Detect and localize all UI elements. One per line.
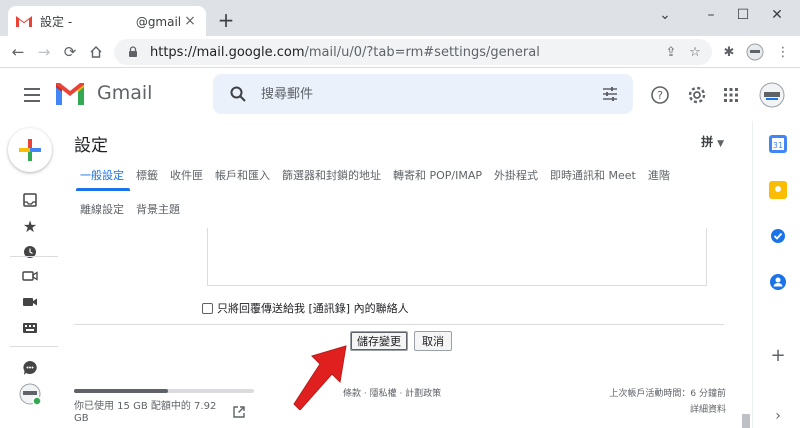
tab-labels[interactable]: 標籤 <box>136 167 158 187</box>
last-activity-text: 上次帳戶活動時間：6 分鐘前 <box>609 389 726 399</box>
tab-themes[interactable]: 背景主題 <box>136 201 180 217</box>
browser-tab[interactable]: 設定 - @gmail.co × <box>8 6 206 36</box>
bookmark-star-icon[interactable]: ☆ <box>684 41 706 63</box>
lock-icon <box>129 46 137 57</box>
last-activity: 上次帳戶活動時間：6 分鐘前 詳細資料 <box>609 386 726 418</box>
apps-grid-icon[interactable] <box>717 81 745 109</box>
tab-accounts-import[interactable]: 帳戶和匯入 <box>215 167 270 187</box>
tab-search-icon[interactable]: ⌄ <box>642 0 688 30</box>
page-title: 設定 <box>74 136 108 156</box>
share-icon[interactable]: ⇪ <box>660 41 682 63</box>
chat-bubble-icon[interactable] <box>20 358 40 378</box>
rail-divider-2 <box>10 346 58 347</box>
reload-icon[interactable]: ⟳ <box>58 40 82 64</box>
tab-inbox[interactable]: 收件匣 <box>170 167 203 187</box>
storage-usage-fill <box>74 389 168 393</box>
settings-panel: 設定 拼 ▼ 一般設定 標籤 收件匣 帳戶和匯入 篩選器和封鎖的地址 轉寄和 PO… <box>62 121 746 428</box>
scrollbar-thumb[interactable] <box>742 414 750 428</box>
active-tab-indicator <box>76 188 130 191</box>
tab-title: 設定 - <box>40 14 73 29</box>
starred-icon[interactable]: ★ <box>20 216 40 236</box>
forward-arrow-icon[interactable]: → <box>32 40 56 64</box>
tab-addons[interactable]: 外掛程式 <box>494 167 538 187</box>
profile-avatar-icon[interactable] <box>744 41 766 63</box>
calendar-icon[interactable]: 31 <box>769 135 787 153</box>
browser-tab-strip: 設定 - @gmail.co × + ⌄ – ☐ ✕ <box>0 0 800 36</box>
settings-gear-icon[interactable] <box>683 81 711 109</box>
search-icon[interactable] <box>229 85 247 103</box>
inbox-icon[interactable] <box>20 190 40 210</box>
svg-text:?: ? <box>657 89 663 102</box>
compose-plus-icon <box>19 139 41 161</box>
chevron-right-icon[interactable]: › <box>769 407 787 425</box>
address-bar[interactable]: https://mail.google.com/mail/u/0/?tab=rm… <box>114 39 712 65</box>
close-window-button[interactable]: ✕ <box>754 0 800 30</box>
search-input[interactable] <box>261 86 561 102</box>
storage-usage-bar <box>74 389 254 393</box>
compose-button[interactable] <box>8 128 52 172</box>
join-meeting-camera-icon[interactable] <box>20 292 40 312</box>
save-changes-button[interactable]: 儲存變更 <box>350 331 408 351</box>
cancel-button[interactable]: 取消 <box>414 331 452 351</box>
divider <box>74 324 724 325</box>
gmail-header: Gmail ? <box>0 69 800 121</box>
tab-email: @gmail.co <box>135 14 182 29</box>
settings-tabs-row2: 離線設定 背景主題 <box>80 201 192 217</box>
open-in-new-icon[interactable] <box>232 405 246 419</box>
contacts-icon[interactable] <box>769 273 787 291</box>
tasks-icon[interactable] <box>769 227 787 245</box>
reply-contacts-option: 只將回覆傳送給我 [通訊錄] 內的聯絡人 <box>202 300 409 316</box>
gmail-logo-icon <box>56 83 84 105</box>
tab-offline[interactable]: 離線設定 <box>80 201 124 217</box>
browser-menu-icon[interactable]: ⋮ <box>772 41 794 63</box>
settings-tabs: 一般設定 標籤 收件匣 帳戶和匯入 篩選器和封鎖的地址 轉寄和 POP/IMAP… <box>80 167 682 187</box>
signature-editor[interactable] <box>207 228 707 286</box>
tab-close-icon[interactable]: × <box>182 13 198 29</box>
new-tab-button[interactable]: + <box>214 8 238 32</box>
add-addon-plus-icon[interactable]: + <box>769 345 787 366</box>
chevron-down-icon: ▼ <box>717 139 724 149</box>
url-host: https://mail.google.com <box>150 44 305 60</box>
chat-user-avatar-icon[interactable] <box>18 382 42 406</box>
back-arrow-icon[interactable]: ← <box>6 40 30 64</box>
account-avatar-icon[interactable] <box>758 81 786 109</box>
gmail-favicon-icon <box>16 16 32 27</box>
main-menu-icon[interactable] <box>20 83 44 107</box>
search-options-icon[interactable] <box>601 85 619 103</box>
svg-text:31: 31 <box>773 141 783 150</box>
storage-usage-text: 你已使用 15 GB 配額中的 7.92 GB <box>74 401 217 424</box>
url-path: /mail/u/0/?tab=rm#settings/general <box>304 44 540 60</box>
home-icon[interactable] <box>84 40 108 64</box>
reply-contacts-label: 只將回覆傳送給我 [通訊錄] 內的聯絡人 <box>217 302 409 315</box>
keep-icon[interactable] <box>769 181 787 199</box>
tab-general[interactable]: 一般設定 <box>80 167 124 187</box>
tab-filters-blocked[interactable]: 篩選器和封鎖的地址 <box>282 167 381 187</box>
snoozed-clock-icon[interactable] <box>20 242 40 262</box>
details-link[interactable]: 詳細資料 <box>609 402 726 418</box>
new-meeting-video-icon[interactable] <box>20 266 40 286</box>
search-box[interactable] <box>213 74 633 114</box>
rail-divider <box>10 256 58 257</box>
tab-advanced[interactable]: 進階 <box>648 167 670 187</box>
help-icon[interactable]: ? <box>646 81 674 109</box>
reply-contacts-checkbox[interactable] <box>202 302 213 314</box>
keyboard-icon[interactable] <box>20 318 40 338</box>
tab-forwarding-pop-imap[interactable]: 轉寄和 POP/IMAP <box>393 167 482 187</box>
input-tools-label: 拼 <box>701 135 714 149</box>
input-tools-button[interactable]: 拼 ▼ <box>701 133 724 150</box>
red-arrow-annotation-icon <box>293 345 347 410</box>
tab-chat-meet[interactable]: 即時通訊和 Meet <box>550 167 636 187</box>
extensions-puzzle-icon[interactable]: ✱ <box>718 41 740 63</box>
gmail-brand: Gmail <box>97 82 153 104</box>
side-panel: 31 + › <box>752 121 800 428</box>
browser-toolbar: ← → ⟳ https://mail.google.com/mail/u/0/?… <box>0 36 800 68</box>
